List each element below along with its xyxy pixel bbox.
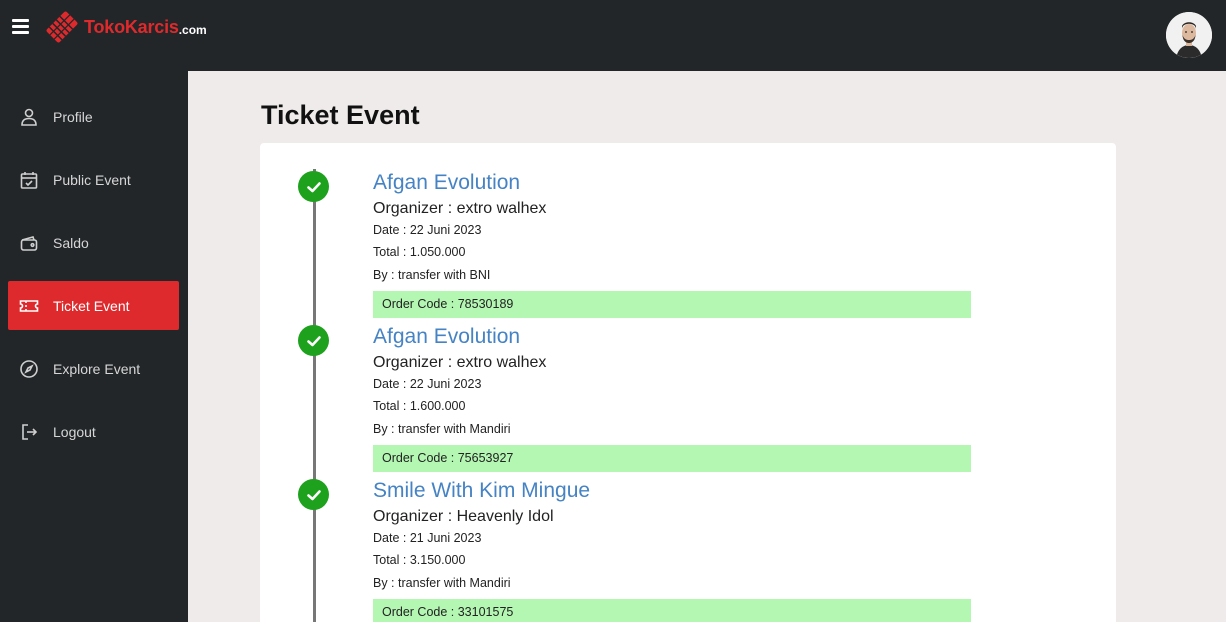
brand-tld: .com: [178, 22, 207, 37]
sidebar-item-label: Ticket Event: [53, 297, 130, 314]
event-date: Date : 22 Juni 2023: [373, 223, 482, 237]
avatar[interactable]: [1166, 12, 1212, 58]
event-total: Total : 1.050.000: [373, 245, 466, 259]
ticket-icon: [18, 295, 40, 317]
ticket-logo-icon: [46, 11, 78, 43]
payment-method: By : transfer with Mandiri: [373, 422, 511, 436]
check-icon: [298, 325, 329, 356]
user-avatar-icon: [1166, 12, 1212, 58]
sidebar-item-label: Logout: [53, 423, 96, 440]
sidebar-item-profile[interactable]: Profile: [8, 92, 179, 141]
event-date: Date : 22 Juni 2023: [373, 377, 482, 391]
menu-icon[interactable]: [12, 19, 29, 36]
payment-method: By : transfer with Mandiri: [373, 576, 511, 590]
sidebar-item-explore-event[interactable]: Explore Event: [8, 344, 179, 393]
sidebar-item-label: Saldo: [53, 234, 89, 251]
sidebar-item-label: Explore Event: [53, 360, 141, 377]
sidebar-item-logout[interactable]: Logout: [8, 407, 179, 456]
event-title-link[interactable]: Afgan Evolution: [373, 325, 520, 349]
sidebar-item-label: Profile: [53, 108, 93, 125]
order-code: Order Code : 33101575: [373, 599, 971, 622]
event-organizer: Organizer : Heavenly Idol: [373, 508, 554, 525]
ticket-entry: Afgan Evolution Organizer : extro walhex…: [260, 297, 1116, 472]
check-icon: [298, 479, 329, 510]
sidebar-item-ticket-event[interactable]: Ticket Event: [8, 281, 179, 330]
event-organizer: Organizer : extro walhex: [373, 354, 547, 371]
ticket-entry: Afgan Evolution Organizer : extro walhex…: [260, 143, 1116, 318]
logout-icon: [18, 421, 40, 443]
user-icon: [18, 106, 40, 128]
brand-logo-link[interactable]: TokoKarcis .com: [44, 10, 207, 44]
event-total: Total : 1.600.000: [373, 399, 466, 413]
check-icon: [298, 171, 329, 202]
sidebar-item-saldo[interactable]: Saldo: [8, 218, 179, 267]
event-total: Total : 3.150.000: [373, 553, 466, 567]
event-title-link[interactable]: Afgan Evolution: [373, 171, 520, 195]
ticket-timeline-card: Afgan Evolution Organizer : extro walhex…: [260, 143, 1116, 622]
event-title-link[interactable]: Smile With Kim Mingue: [373, 479, 590, 503]
compass-icon: [18, 358, 40, 380]
wallet-icon: [18, 232, 40, 254]
ticket-entry: Smile With Kim Mingue Organizer : Heaven…: [260, 451, 1116, 622]
sidebar-item-label: Public Event: [53, 171, 131, 188]
sidebar-item-public-event[interactable]: Public Event: [8, 155, 179, 204]
calendar-check-icon: [18, 169, 40, 191]
brand-name: TokoKarcis: [84, 16, 179, 37]
sidebar: Profile Public Event Saldo Ticket Event …: [0, 71, 188, 622]
top-bar: TokoKarcis .com: [0, 0, 1226, 71]
event-organizer: Organizer : extro walhex: [373, 200, 547, 217]
page-title: Ticket Event: [261, 100, 420, 130]
event-date: Date : 21 Juni 2023: [373, 531, 482, 545]
payment-method: By : transfer with BNI: [373, 268, 491, 282]
